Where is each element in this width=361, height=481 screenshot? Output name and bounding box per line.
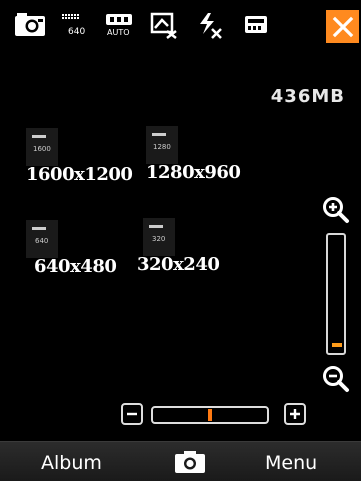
exposure-slider[interactable] — [151, 406, 269, 424]
zoom-slider[interactable] — [326, 233, 346, 355]
zoom-in-icon — [323, 197, 349, 223]
resolution-640-icon[interactable]: 640 — [60, 12, 94, 38]
resolution-1600-icon: 1600 — [26, 128, 58, 166]
resolution-label: 1280x960 — [146, 162, 241, 183]
svg-text:640: 640 — [68, 27, 85, 37]
svg-text:320: 320 — [152, 235, 165, 243]
resolution-1280-icon: 1280 — [146, 126, 178, 164]
album-softkey[interactable]: Album — [41, 452, 102, 474]
white-balance-auto-icon[interactable]: AUTO — [104, 12, 138, 38]
camera-mode-icon[interactable] — [14, 12, 48, 38]
resolution-option-1600x1200[interactable]: 1600 1600x1200 — [26, 128, 133, 198]
resolution-label: 320x240 — [137, 254, 220, 275]
bottom-softkey-bar: Album Menu — [0, 441, 361, 481]
camera-icon — [175, 451, 205, 473]
exposure-decrease-button[interactable] — [121, 403, 143, 425]
free-storage-label: 436MB — [270, 86, 345, 107]
zoom-in-button[interactable] — [322, 196, 350, 228]
svg-text:1600: 1600 — [33, 145, 51, 153]
resolution-option-640x480[interactable]: 640 640x480 — [26, 220, 126, 290]
zoom-out-button[interactable] — [322, 365, 350, 397]
svg-text:1280: 1280 — [153, 143, 171, 151]
flash-off-icon[interactable] — [196, 12, 226, 39]
resolution-320-icon: 320 — [143, 218, 175, 256]
zoom-out-icon — [323, 366, 349, 392]
resolution-label: 640x480 — [34, 256, 117, 277]
resolution-option-1280x960[interactable]: 1280 1280x960 — [146, 126, 246, 196]
svg-text:AUTO: AUTO — [107, 28, 130, 37]
menu-softkey[interactable]: Menu — [265, 452, 317, 474]
resolution-option-320x240[interactable]: 320 320x240 — [137, 218, 243, 288]
storage-card-icon[interactable] — [243, 12, 271, 38]
shutter-button[interactable] — [174, 450, 206, 478]
top-toolbar: 640 AUTO — [0, 0, 361, 53]
close-button[interactable] — [326, 10, 359, 43]
exposure-marker[interactable] — [208, 409, 212, 421]
close-icon — [332, 16, 353, 37]
exposure-increase-button[interactable] — [284, 403, 306, 425]
zoom-level-indicator — [332, 343, 342, 347]
effects-off-icon[interactable] — [150, 12, 180, 39]
resolution-label: 1600x1200 — [26, 164, 133, 185]
plus-icon — [290, 409, 300, 419]
minus-icon — [127, 412, 137, 416]
resolution-640-icon: 640 — [26, 220, 58, 258]
svg-text:640: 640 — [35, 237, 48, 245]
